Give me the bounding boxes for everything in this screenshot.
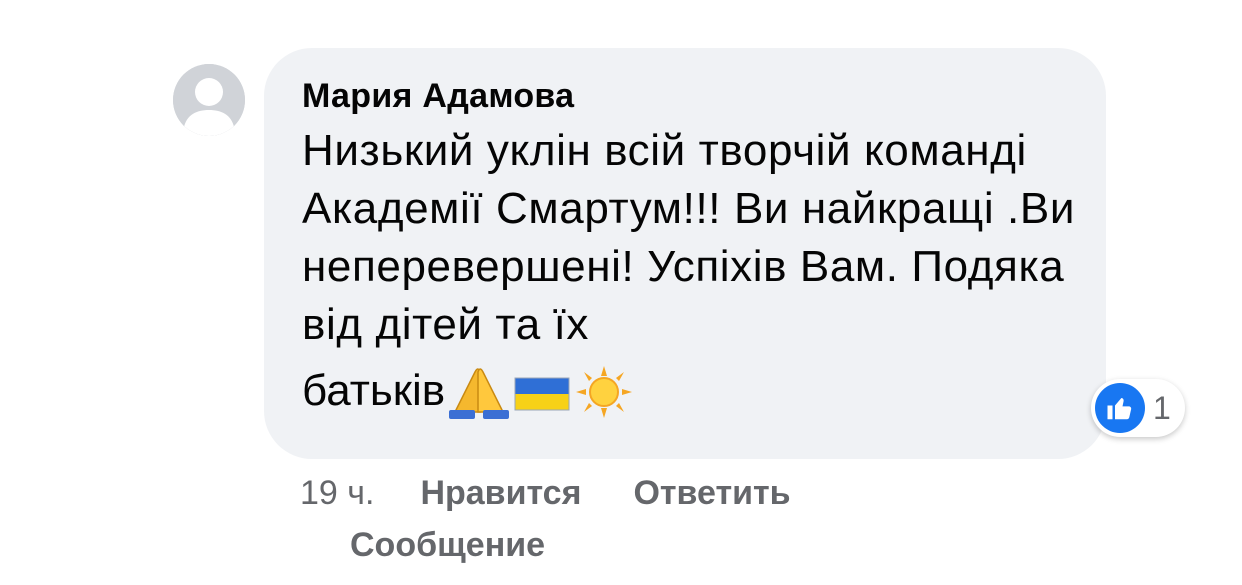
comment-screen: Мария Адамова Низький уклін всій творчій…	[0, 0, 1242, 585]
comment-text-last-line: батьків	[302, 362, 1072, 420]
ukraine-flag-icon	[514, 377, 570, 411]
reaction-summary[interactable]: 1	[1091, 379, 1185, 437]
comment-bubble: Мария Адамова Низький уклін всій творчій…	[264, 48, 1106, 459]
emoji-group	[447, 362, 635, 420]
reply-button[interactable]: Ответить	[633, 474, 790, 512]
folded-hands-icon	[449, 368, 510, 419]
avatar[interactable]	[173, 64, 245, 136]
comment-text: Низький уклін всій творчій команді Акаде…	[302, 126, 1075, 349]
sun-icon	[576, 366, 633, 418]
comment-timestamp[interactable]: 19 ч.	[300, 474, 374, 512]
comment-actions: 19 ч. Нравится Ответить Сообщение	[300, 468, 940, 570]
like-button[interactable]: Нравится	[420, 474, 581, 512]
message-button[interactable]: Сообщение	[350, 520, 940, 570]
like-icon	[1095, 383, 1145, 433]
reaction-count: 1	[1153, 389, 1171, 426]
comment-author[interactable]: Мария Адамова	[302, 76, 1072, 116]
comment-last-word: батьків	[302, 366, 446, 415]
default-avatar-icon	[173, 64, 245, 136]
